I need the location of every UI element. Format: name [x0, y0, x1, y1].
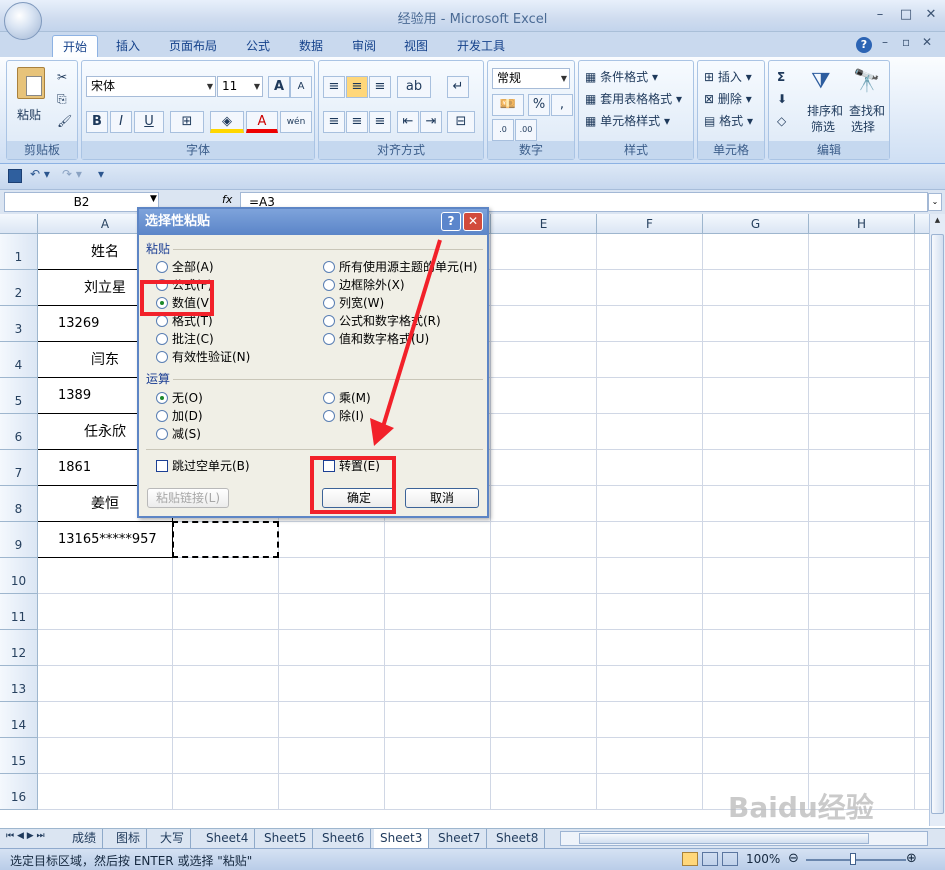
arrow-shaft: [380, 239, 442, 431]
arrow-head: [370, 418, 394, 446]
annotation-arrow: [370, 239, 442, 446]
